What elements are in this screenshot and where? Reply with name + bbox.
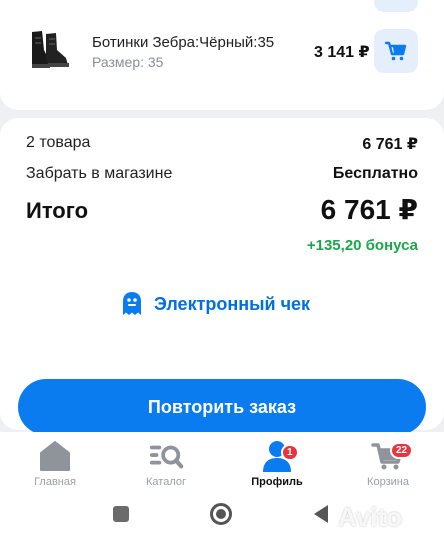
repeat-order-button[interactable]: Повторить заказ: [18, 379, 426, 435]
nav-label-profile: Профиль: [251, 476, 303, 488]
nav-item-cart[interactable]: 22 Корзина: [338, 432, 438, 492]
cart-badge: 22: [390, 442, 414, 459]
catalog-search-icon: [149, 445, 184, 469]
electronic-receipt-link[interactable]: Электронный чек: [120, 291, 310, 317]
product-name[interactable]: Ботинки Зебра:Чёрный:35: [92, 34, 274, 51]
recent-apps-icon[interactable]: [113, 506, 129, 522]
product-card: Ботинки Зебра:Чёрный:35 Размер: 35 3 141…: [0, 0, 444, 110]
product-image[interactable]: [26, 28, 72, 72]
add-to-cart-button[interactable]: [374, 29, 418, 73]
nav-label-cart: Корзина: [367, 476, 409, 488]
receipt-ghost-icon: [123, 292, 141, 315]
home-system-icon[interactable]: [210, 503, 232, 525]
total-value: 6 761 ₽: [320, 194, 418, 225]
nav-item-catalog[interactable]: Каталог: [116, 432, 216, 492]
product-price: 3 141 ₽: [314, 44, 370, 61]
repeat-order-label: Повторить заказ: [147, 396, 297, 417]
pickup-value: Бесплатно: [332, 165, 418, 182]
nav-item-profile[interactable]: 1 Профиль: [227, 432, 327, 492]
total-label: Итого: [26, 198, 89, 223]
profile-badge: 1: [281, 444, 299, 461]
watermark: Avito: [338, 502, 403, 532]
back-icon[interactable]: [314, 505, 328, 523]
nav-label-home: Главная: [34, 476, 76, 488]
nav-label-catalog: Каталог: [146, 476, 186, 488]
pickup-label: Забрать в магазине: [26, 165, 173, 182]
bottom-navigation: Главная Каталог 1 Профиль 22 Корзина: [0, 432, 444, 492]
product-size: Размер: 35: [92, 54, 164, 70]
items-count-label: 2 товара: [26, 134, 91, 151]
items-total-value: 6 761 ₽: [362, 136, 418, 153]
cart-button-previous[interactable]: [374, 0, 418, 12]
home-icon: [40, 441, 70, 471]
nav-item-home[interactable]: Главная: [5, 432, 105, 492]
cart-icon: [384, 41, 407, 61]
receipt-label: Электронный чек: [154, 293, 311, 314]
bonus-amount: +135,20 бонуса: [306, 237, 418, 254]
